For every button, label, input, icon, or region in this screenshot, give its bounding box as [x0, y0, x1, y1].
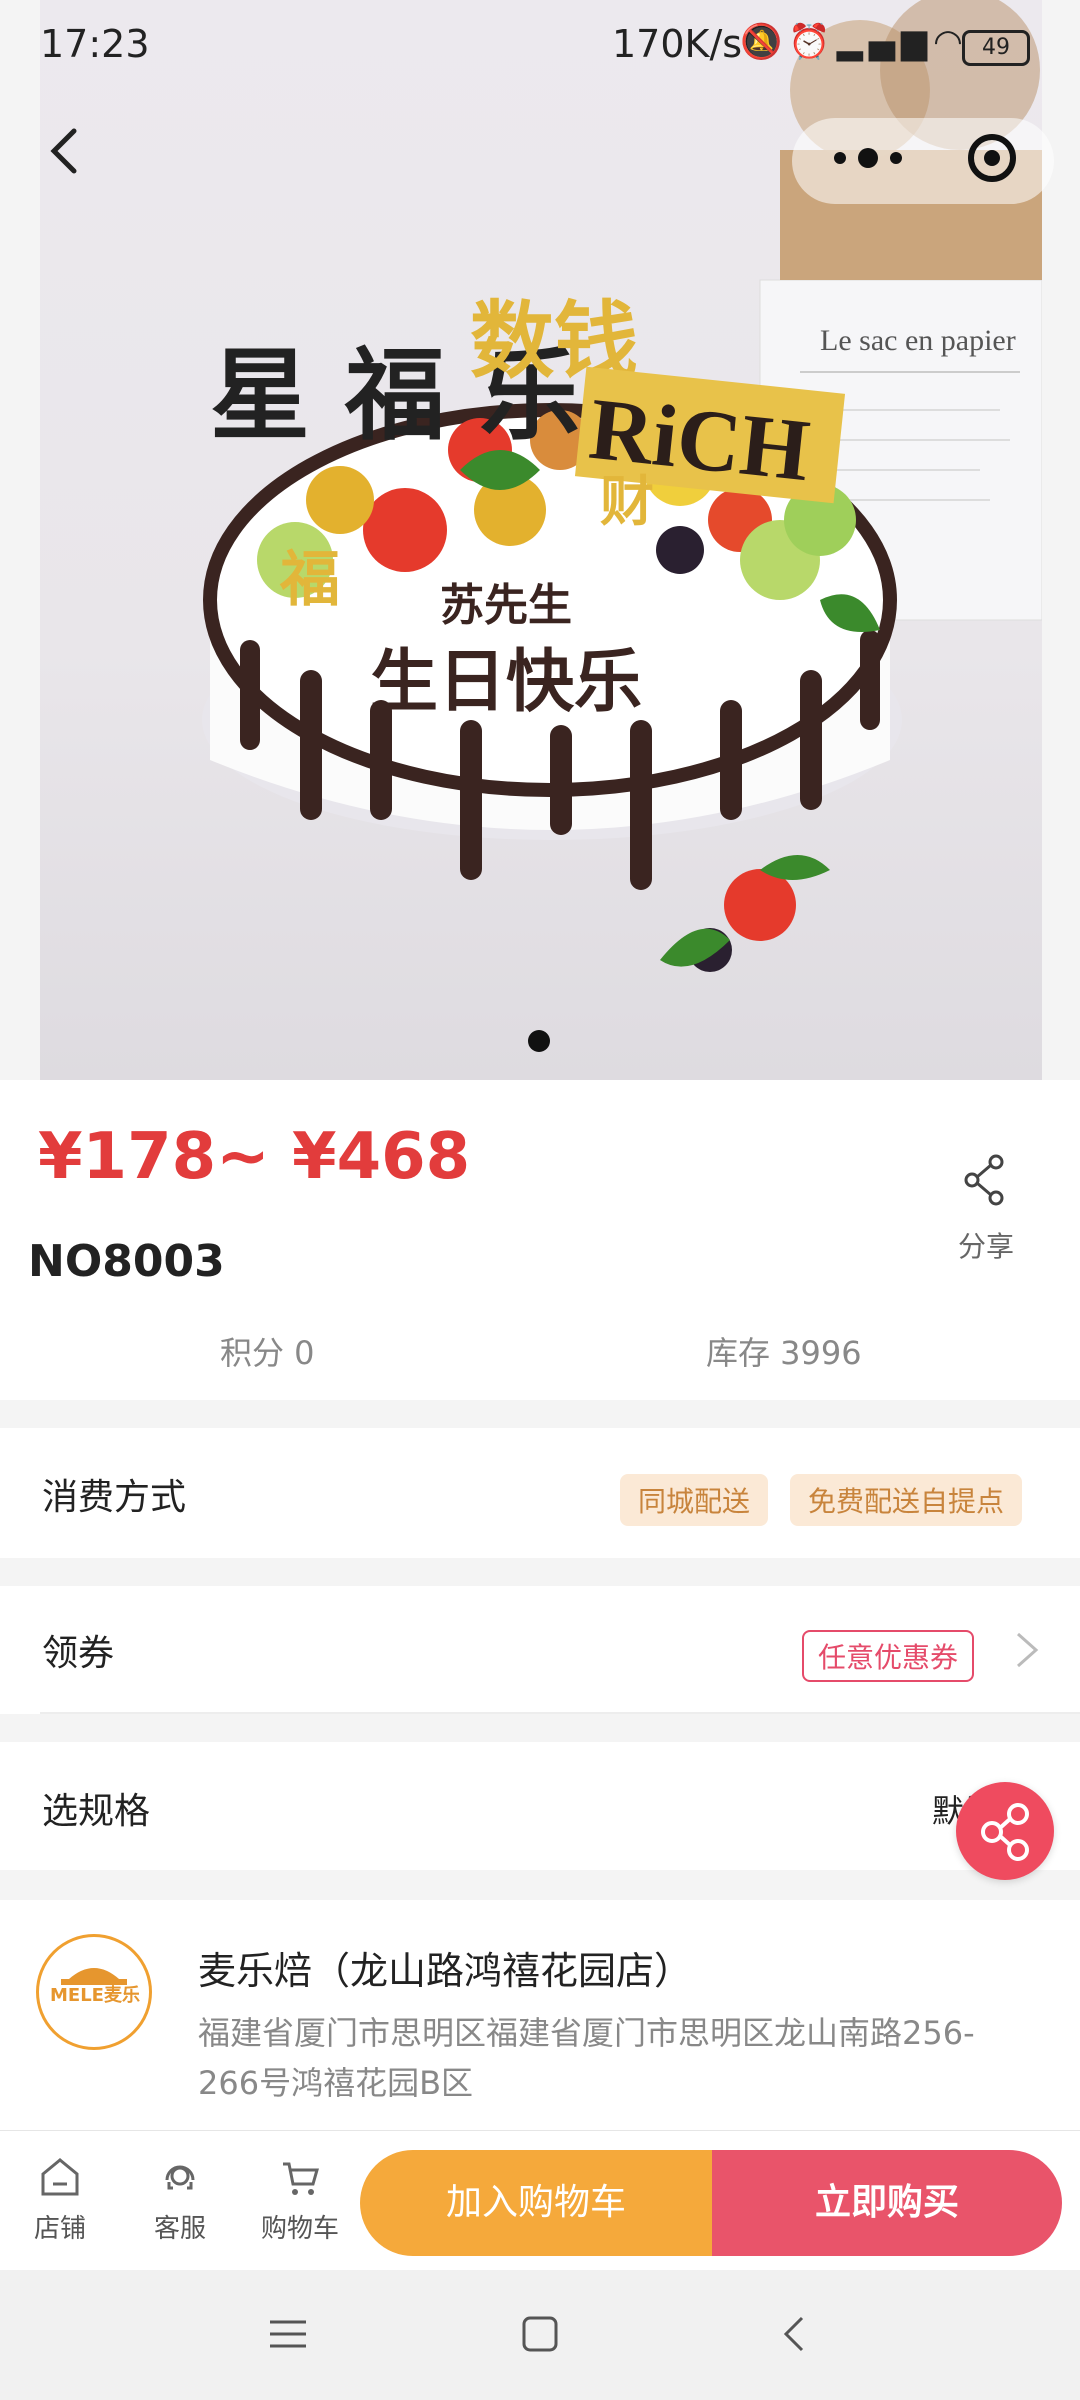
product-code: NO8003 — [28, 1236, 225, 1287]
status-time: 17:23 — [40, 22, 150, 66]
floating-share-button[interactable] — [956, 1782, 1054, 1880]
blessing-right: 财 — [600, 470, 654, 533]
store-address: 福建省厦门市思明区福建省厦门市思明区龙山南路256-266号鸿禧花园B区 — [198, 2014, 975, 2102]
share-label[interactable]: 分享 — [958, 1225, 1014, 1265]
blessing-left: 福 — [279, 545, 340, 615]
nav-store[interactable]: 店铺 — [10, 2154, 110, 2245]
back-button[interactable] — [44, 120, 104, 200]
share-icon — [964, 1154, 1004, 1206]
store-logo-text: MELE麦乐 — [50, 1985, 140, 2006]
share-button[interactable] — [960, 1150, 1010, 1210]
spec-row[interactable] — [0, 1742, 1080, 1870]
chevron-right-icon[interactable] — [1012, 1628, 1042, 1683]
battery-indicator: 49 — [962, 30, 1030, 66]
alarm-icon: ⏰ — [788, 22, 837, 62]
menu-icon[interactable] — [268, 2314, 308, 2354]
bag-text: Le sac en papier — [820, 324, 1016, 357]
spec-title: 选规格 — [42, 1791, 151, 1832]
nav-service-label: 客服 — [153, 2214, 206, 2244]
add-to-cart-button[interactable]: 加入购物车 — [360, 2150, 712, 2256]
system-navigation-bar — [0, 2270, 1080, 2400]
nav-service[interactable]: 客服 — [130, 2154, 230, 2245]
store-logo: MELE麦乐 — [36, 1934, 152, 2050]
network-speed: 170K/s — [612, 22, 743, 66]
name-on-cake: 苏先生 — [440, 580, 572, 631]
back-icon[interactable] — [776, 2314, 816, 2354]
home-icon[interactable] — [520, 2314, 560, 2354]
mute-icon: 🔕 — [740, 22, 789, 62]
miniprogram-capsule — [792, 118, 1054, 204]
divider — [40, 1712, 1080, 1714]
tag-local-delivery: 同城配送 — [620, 1474, 769, 1526]
nav-cart[interactable]: 购物车 — [250, 2154, 350, 2245]
share-icon — [981, 1803, 1029, 1861]
nav-store-label: 店铺 — [33, 2214, 86, 2244]
status-bar: 17:23 170K/s 🔕⏰▂▄▆◠ 49 — [0, 0, 1080, 96]
more-dots-icon — [834, 148, 902, 168]
store-name[interactable]: 麦乐焙（龙山路鸿禧花园店） — [198, 1940, 692, 1995]
coupon-tag[interactable]: 任意优惠券 — [802, 1630, 975, 1682]
store-icon — [41, 2158, 79, 2196]
cart-icon — [283, 2162, 319, 2195]
stock-text: 库存 3996 — [706, 1334, 862, 1372]
signal-icon: ▂▄▆ — [836, 22, 934, 62]
status-icons: 🔕⏰▂▄▆◠ — [740, 22, 969, 62]
consumption-title: 消费方式 — [42, 1477, 187, 1518]
wish-on-cake: 生日快乐 — [370, 643, 642, 722]
buy-now-button[interactable]: 立即购买 — [712, 2150, 1062, 2256]
chevron-left-icon — [50, 128, 77, 174]
price-range: ¥178~ ¥468 — [38, 1120, 471, 1194]
carousel-dot-active[interactable] — [528, 1030, 550, 1052]
close-miniprogram-button[interactable] — [968, 134, 1016, 182]
points-text: 积分 0 — [220, 1334, 315, 1372]
tag-pickup-point: 免费配送自提点 — [790, 1474, 1023, 1526]
more-options-button[interactable] — [828, 132, 908, 193]
coupon-title: 领券 — [42, 1633, 115, 1674]
nav-cart-label: 购物车 — [260, 2214, 339, 2244]
customer-service-icon — [165, 2165, 195, 2190]
